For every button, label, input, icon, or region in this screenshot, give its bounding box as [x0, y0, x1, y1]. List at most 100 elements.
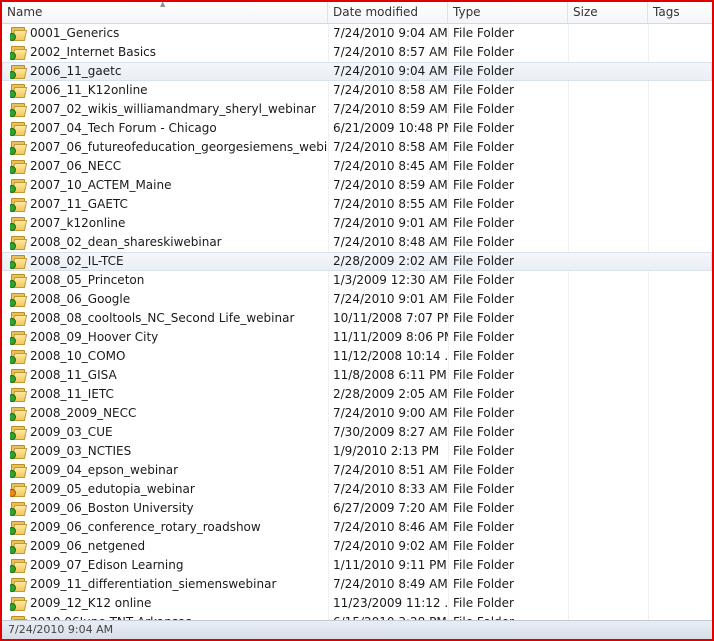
file-row[interactable]: 2009_07_Edison Learning 1/11/2010 9:11 PM…: [2, 556, 712, 575]
file-row[interactable]: 2008_08_cooltools_NC_Second Life_webinar…: [2, 309, 712, 328]
file-name: 2009_06_netgened: [30, 539, 146, 553]
tags-cell: [648, 575, 712, 594]
folder-icon: [10, 539, 28, 554]
file-list: 0001_Generics 7/24/2010 9:04 AM File Folde…: [2, 24, 712, 624]
tags-cell: [648, 518, 712, 537]
file-row[interactable]: 2009_04_epson_webinar 7/24/2010 8:51 AM Fi…: [2, 461, 712, 480]
file-row[interactable]: 2009_05_edutopia_webinar 7/24/2010 8:33 A…: [2, 480, 712, 499]
file-name: 2008_02_dean_shareskiwebinar: [30, 235, 222, 249]
folder-icon: [10, 45, 28, 60]
file-name-cell: 2009_03_CUE: [10, 423, 328, 442]
file-row[interactable]: 2008_09_Hoover City 11/11/2009 8:06 PM Fil…: [2, 328, 712, 347]
file-row[interactable]: 2007_02_wikis_williamandmary_sheryl_webi…: [2, 100, 712, 119]
file-row[interactable]: 2008_05_Princeton 1/3/2009 12:30 AM File F…: [2, 271, 712, 290]
type-cell: File Folder: [453, 520, 514, 534]
file-name: 2007_06_futureofeducation_georgesiemens_…: [30, 140, 328, 154]
date-modified-cell: 7/24/2010 9:00 AM: [333, 406, 448, 420]
type-cell: File Folder: [453, 292, 514, 306]
tags-cell: [648, 157, 712, 176]
file-name-cell: 2008_08_cooltools_NC_Second Life_webinar: [10, 309, 328, 328]
file-row[interactable]: 2009_06_Boston University 6/27/2009 7:20 …: [2, 499, 712, 518]
folder-icon: [10, 178, 28, 193]
size-cell: [568, 385, 648, 404]
file-row[interactable]: 2008_2009_NECC 7/24/2010 9:00 AM File Fold…: [2, 404, 712, 423]
folder-icon: [10, 254, 28, 269]
type-cell: File Folder: [453, 368, 514, 382]
file-name-cell: 2009_07_Edison Learning: [10, 556, 328, 575]
size-cell: [568, 556, 648, 575]
folder-icon: [10, 26, 28, 41]
type-cell: File Folder: [453, 216, 514, 230]
file-row[interactable]: 2006_11_K12online 7/24/2010 8:58 AM File F…: [2, 81, 712, 100]
file-row[interactable]: 2007_04_Tech Forum - Chicago 6/21/2009 10…: [2, 119, 712, 138]
file-name-cell: 2009_12_K12 online: [10, 594, 328, 613]
file-row[interactable]: 2008_02_dean_shareskiwebinar 7/24/2010 8:…: [2, 233, 712, 252]
file-name: 2008_06_Google: [30, 292, 131, 306]
file-row[interactable]: 2009_06_netgened 7/24/2010 9:02 AM File Fo…: [2, 537, 712, 556]
folder-icon: [10, 216, 28, 231]
file-name: 2007_11_GAETC: [30, 197, 128, 211]
file-row[interactable]: 2008_02_IL-TCE 2/28/2009 2:02 AM File Fold…: [2, 252, 712, 271]
type-cell: File Folder: [453, 64, 514, 78]
date-modified-cell: 7/24/2010 8:58 AM: [333, 83, 448, 97]
file-row[interactable]: 2008_11_GISA 11/8/2008 6:11 PM File Folder: [2, 366, 712, 385]
tags-cell: [648, 480, 712, 499]
type-cell: File Folder: [453, 235, 514, 249]
date-modified-cell: 7/24/2010 8:55 AM: [333, 197, 448, 211]
file-name-cell: 0001_Generics: [10, 24, 328, 43]
file-row[interactable]: 2008_11_IETC 2/28/2009 2:05 AM File Folder: [2, 385, 712, 404]
folder-icon: [10, 501, 28, 516]
file-row[interactable]: 2007_06_NECC 7/24/2010 8:45 AM File Folder: [2, 157, 712, 176]
size-cell: [568, 138, 648, 157]
file-name: 2008_11_IETC: [30, 387, 114, 401]
file-name-cell: 2002_Internet Basics: [10, 43, 328, 62]
folder-icon: [10, 83, 28, 98]
file-name: 2008_10_COMO: [30, 349, 126, 363]
tags-cell: [648, 271, 712, 290]
file-row[interactable]: 2007_06_futureofeducation_georgesiemens_…: [2, 138, 712, 157]
date-modified-cell: 7/24/2010 8:57 AM: [333, 45, 448, 59]
type-cell: File Folder: [453, 254, 514, 268]
file-row[interactable]: 2009_11_differentiation_siemenswebinar 7/…: [2, 575, 712, 594]
file-row[interactable]: 2009_03_CUE 7/30/2009 8:27 AM File Folder: [2, 423, 712, 442]
date-modified-cell: 7/24/2010 9:04 AM: [333, 26, 448, 40]
file-name-cell: 2008_11_GISA: [10, 366, 328, 385]
tags-cell: [648, 176, 712, 195]
file-row[interactable]: 2008_10_COMO 11/12/2008 10:14 ... File Fol…: [2, 347, 712, 366]
file-row[interactable]: 0001_Generics 7/24/2010 9:04 AM File Folde…: [2, 24, 712, 43]
file-row[interactable]: 2002_Internet Basics 7/24/2010 8:57 AM Fil…: [2, 43, 712, 62]
file-row[interactable]: 2009_12_K12 online 11/23/2009 11:12 ... Fi…: [2, 594, 712, 613]
folder-icon: [10, 520, 28, 535]
tags-cell: [648, 214, 712, 233]
type-cell: File Folder: [453, 387, 514, 401]
folder-icon: [10, 159, 28, 174]
size-cell: [568, 518, 648, 537]
file-row[interactable]: 2007_k12online 7/24/2010 9:01 AM File Fold…: [2, 214, 712, 233]
tags-cell: [648, 100, 712, 119]
file-row[interactable]: 2009_06_conference_rotary_roadshow 7/24/2…: [2, 518, 712, 537]
sort-caret-icon: ▲: [160, 0, 166, 8]
size-cell: [568, 423, 648, 442]
column-header-size[interactable]: Size: [568, 2, 648, 23]
column-header-type[interactable]: Type: [448, 2, 568, 23]
file-row[interactable]: 2006_11_gaetc 7/24/2010 9:04 AM File Folde…: [2, 62, 712, 81]
type-cell: File Folder: [453, 406, 514, 420]
column-header-tags[interactable]: Tags: [648, 2, 712, 23]
type-cell: File Folder: [453, 83, 514, 97]
date-modified-cell: 11/23/2009 11:12 ...: [333, 596, 448, 610]
date-modified-cell: 1/9/2010 2:13 PM: [333, 444, 440, 458]
file-row[interactable]: 2007_11_GAETC 7/24/2010 8:55 AM File Folde…: [2, 195, 712, 214]
tags-cell: [648, 62, 712, 81]
file-row[interactable]: 2009_03_NCTIES 1/9/2010 2:13 PM File Folde…: [2, 442, 712, 461]
folder-icon: [10, 558, 28, 573]
file-explorer-window: Name ▲ Date modified Type Size Tags 0001…: [0, 0, 714, 641]
file-row[interactable]: 2008_06_Google 7/24/2010 9:01 AM File Fold…: [2, 290, 712, 309]
tags-cell: [648, 328, 712, 347]
file-row[interactable]: 2007_10_ACTEM_Maine 7/24/2010 8:59 AM File…: [2, 176, 712, 195]
tags-cell: [648, 404, 712, 423]
type-cell: File Folder: [453, 482, 514, 496]
column-header-date-modified[interactable]: Date modified: [328, 2, 448, 23]
size-cell: [568, 575, 648, 594]
date-modified-cell: 7/24/2010 8:51 AM: [333, 463, 448, 477]
size-cell: [568, 480, 648, 499]
